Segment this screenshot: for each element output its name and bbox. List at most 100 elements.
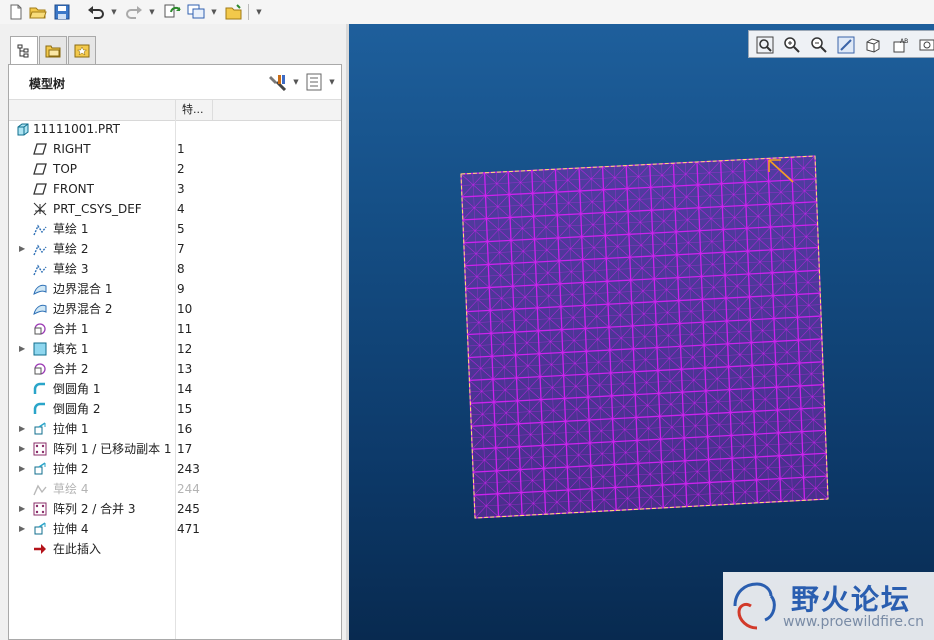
- regenerate-icon[interactable]: [162, 2, 182, 22]
- surface-mesh-model[interactable]: [349, 24, 934, 640]
- more-icon[interactable]: [917, 35, 934, 55]
- tree-row-number: 1: [177, 142, 185, 156]
- settings-dropdown-icon[interactable]: ▼: [291, 78, 301, 86]
- tree-row[interactable]: PRT_CSYS_DEF 4: [9, 199, 341, 219]
- tree-row[interactable]: ▶ 填充 1 12: [9, 339, 341, 359]
- expand-arrow-icon[interactable]: ▶: [19, 419, 27, 439]
- tree-row[interactable]: 草绘 4 244: [9, 479, 341, 499]
- tree-row-label: FRONT: [53, 182, 94, 196]
- watermark-title: 野火论坛: [791, 583, 912, 616]
- undo-icon[interactable]: [86, 2, 106, 22]
- tree-row[interactable]: 11111001.PRT: [9, 119, 341, 139]
- tree-row-number: 243: [177, 462, 200, 476]
- model-tree-icon[interactable]: [10, 36, 38, 65]
- tree-row[interactable]: RIGHT 1: [9, 139, 341, 159]
- save-icon[interactable]: [52, 2, 72, 22]
- tree-row[interactable]: ▶ 拉伸 4 471: [9, 519, 341, 539]
- tree-row-number: 7: [177, 242, 185, 256]
- display-style-icon[interactable]: AB: [890, 35, 910, 55]
- tree-row[interactable]: 草绘 1 5: [9, 219, 341, 239]
- tree-row-number: 13: [177, 362, 193, 376]
- navigator-tabs: [0, 36, 346, 65]
- tree-row-label: TOP: [53, 162, 78, 176]
- tree-row[interactable]: 倒圆角 2 15: [9, 399, 341, 419]
- tree-row-label: 倒圆角 2: [53, 402, 101, 416]
- sketch-icon: [33, 222, 47, 236]
- undo-dropdown-icon[interactable]: ▼: [110, 2, 118, 22]
- tree-row[interactable]: 合并 2 13: [9, 359, 341, 379]
- tree-row[interactable]: 草绘 3 8: [9, 259, 341, 279]
- tree-row[interactable]: ▶ 阵列 2 / 合并 3 245: [9, 499, 341, 519]
- tree-row[interactable]: 倒圆角 1 14: [9, 379, 341, 399]
- boundary-blend-icon: [33, 302, 47, 316]
- windows-dropdown-icon[interactable]: ▼: [210, 2, 218, 22]
- tree-row-label: PRT_CSYS_DEF: [53, 202, 142, 216]
- tree-row-label: 拉伸 4: [53, 522, 89, 536]
- tree-row-number: 9: [177, 282, 185, 296]
- tree-row-label: 阵列 1 / 已移动副本 1: [53, 442, 172, 456]
- close-window-icon[interactable]: [224, 2, 244, 22]
- model-tree: 模型树 ▼ ▼ 特... 11111001.PRT RIGHT 1 TOP 2 FRONT…: [8, 64, 342, 640]
- tree-row-label: 填充 1: [53, 342, 89, 356]
- tree-row-number: 15: [177, 402, 193, 416]
- repaint-icon[interactable]: [836, 35, 856, 55]
- tree-row[interactable]: ▶ 阵列 1 / 已移动副本 1 17: [9, 439, 341, 459]
- tree-row[interactable]: 合并 1 11: [9, 319, 341, 339]
- sketch-hidden-icon: [33, 482, 47, 496]
- expand-arrow-icon[interactable]: ▶: [19, 499, 27, 519]
- fill-icon: [33, 342, 47, 356]
- show-dropdown-icon[interactable]: ▼: [327, 78, 337, 86]
- feature-number-column-header[interactable]: 特...: [175, 100, 213, 120]
- csys-icon: [33, 202, 47, 216]
- tree-row-label: RIGHT: [53, 142, 91, 156]
- tree-row[interactable]: ▶ 草绘 2 7: [9, 239, 341, 259]
- tree-row-label: 合并 1: [53, 322, 89, 336]
- tree-row[interactable]: ▶ 拉伸 2 243: [9, 459, 341, 479]
- navigator-panel: 模型树 ▼ ▼ 特... 11111001.PRT RIGHT 1 TOP 2 FRONT…: [0, 24, 346, 640]
- sketch-icon: [33, 242, 47, 256]
- expand-arrow-icon[interactable]: ▶: [19, 339, 27, 359]
- watermark-logo-icon: [733, 582, 776, 630]
- redo-dropdown-icon[interactable]: ▼: [148, 2, 156, 22]
- tree-row[interactable]: 在此插入: [9, 539, 341, 559]
- zoom-out-icon[interactable]: [809, 35, 829, 55]
- customize-icon[interactable]: ▼: [255, 2, 263, 22]
- tree-row[interactable]: 边界混合 1 9: [9, 279, 341, 299]
- tree-row-number: 8: [177, 262, 185, 276]
- folder-browser-icon[interactable]: [39, 36, 67, 64]
- refit-icon[interactable]: [755, 35, 775, 55]
- open-icon[interactable]: [28, 2, 48, 22]
- tree-row-number: 4: [177, 202, 185, 216]
- tree-row-label: 草绘 1: [53, 222, 89, 236]
- model-tree-title: 模型树: [29, 77, 66, 91]
- show-icon[interactable]: [303, 72, 325, 92]
- new-icon[interactable]: [6, 2, 26, 22]
- zoom-in-icon[interactable]: [782, 35, 802, 55]
- expand-arrow-icon[interactable]: ▶: [19, 459, 27, 479]
- expand-arrow-icon[interactable]: ▶: [19, 439, 27, 459]
- expand-arrow-icon[interactable]: ▶: [19, 239, 27, 259]
- windows-icon[interactable]: [186, 2, 206, 22]
- sketch-icon: [33, 262, 47, 276]
- tree-row-label: 倒圆角 1: [53, 382, 101, 396]
- tree-row[interactable]: FRONT 3: [9, 179, 341, 199]
- merge-icon: [33, 362, 47, 376]
- tree-row-label: 在此插入: [53, 542, 102, 556]
- tree-row-label: 草绘 4: [53, 482, 89, 496]
- tree-row[interactable]: 边界混合 2 10: [9, 299, 341, 319]
- tree-row[interactable]: ▶ 拉伸 1 16: [9, 419, 341, 439]
- favorites-icon[interactable]: [68, 36, 96, 64]
- tree-row-label: 11111001.PRT: [33, 122, 120, 136]
- expand-arrow-icon[interactable]: ▶: [19, 519, 27, 539]
- tree-row-number: 244: [177, 482, 200, 496]
- settings-icon[interactable]: [267, 72, 289, 92]
- view-toolbar: AB: [748, 30, 934, 58]
- tree-row-label: 阵列 2 / 合并 3: [53, 502, 136, 516]
- extrude-icon: [33, 522, 47, 536]
- tree-row[interactable]: TOP 2: [9, 159, 341, 179]
- round-icon: [33, 402, 47, 416]
- tree-row-number: 11: [177, 322, 193, 336]
- saved-views-icon[interactable]: [863, 35, 883, 55]
- graphics-window[interactable]: AB 野火论坛 www.proewildfire.cn: [349, 24, 934, 640]
- redo-icon[interactable]: [124, 2, 144, 22]
